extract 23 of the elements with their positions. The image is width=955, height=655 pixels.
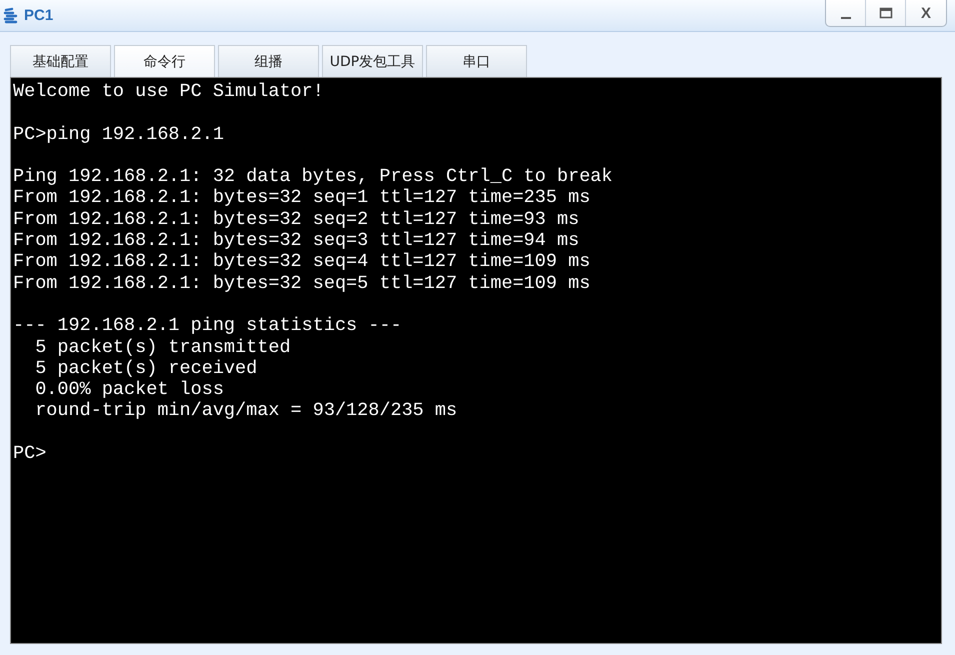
terminal-line: PC>	[13, 443, 46, 464]
maximize-icon	[878, 6, 892, 20]
terminal-line: Welcome to use PC Simulator!	[13, 81, 324, 102]
window-title: PC1	[24, 7, 54, 24]
tab[interactable]: 组播	[218, 45, 319, 77]
terminal-line: From 192.168.2.1: bytes=32 seq=1 ttl=127 time=235 ms	[13, 187, 590, 209]
minimize-icon	[840, 17, 850, 19]
tab[interactable]: UDP发包工具	[322, 45, 423, 77]
close-button[interactable]: X	[906, 0, 946, 26]
tab[interactable]: 基础配置	[10, 45, 111, 77]
terminal-line: From 192.168.2.1: bytes=32 seq=3 ttl=127 time=94 ms	[13, 230, 580, 252]
terminal-line: 0.00% packet loss	[34, 379, 224, 400]
tab[interactable]: 命令行	[114, 45, 215, 77]
terminal-line: PC>ping 192.168.2.1	[13, 124, 224, 145]
terminal-line: 5 packet(s) transmitted	[34, 336, 291, 358]
terminal-line: round-trip min/avg/max = 93/128/235 ms	[34, 400, 458, 422]
terminal-line: Ping 192.168.2.1: 32 data bytes, Press Ctrl_C to break	[13, 166, 612, 188]
terminal-line: From 192.168.2.1: bytes=32 seq=2 ttl=127 time=93 ms	[13, 208, 580, 230]
terminal-line: From 192.168.2.1: bytes=32 seq=4 ttl=127 time=109 ms	[13, 251, 590, 273]
tab[interactable]: 串口	[426, 45, 527, 77]
terminal-line: From 192.168.2.1: bytes=32 seq=5 ttl=127 time=109 ms	[13, 272, 590, 294]
terminal-line: 5 packet(s) received	[34, 358, 258, 380]
terminal-line: --- 192.168.2.1 ping statistics ---	[13, 315, 402, 337]
